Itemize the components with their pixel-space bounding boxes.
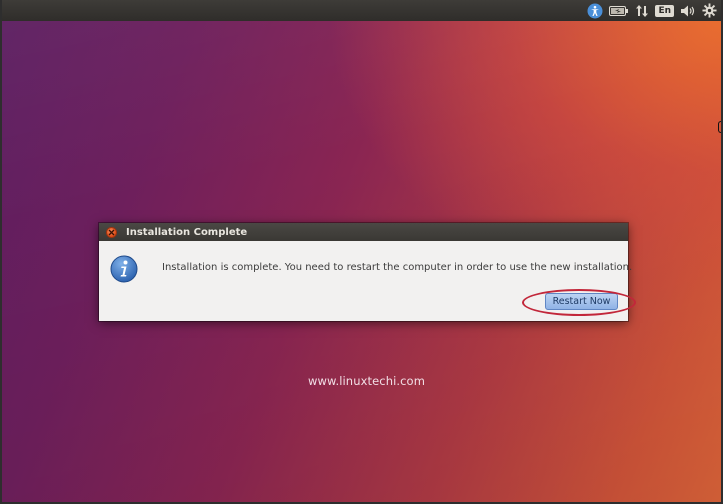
frame-border-left	[0, 0, 2, 504]
top-panel: En	[0, 0, 723, 21]
accessibility-icon[interactable]	[587, 0, 603, 21]
battery-icon[interactable]	[609, 0, 629, 21]
dialog-title: Installation Complete	[126, 226, 248, 238]
keyboard-layout[interactable]: En	[655, 0, 674, 21]
watermark-text: www.linuxtechi.com	[308, 374, 425, 388]
dialog-titlebar: Installation Complete	[99, 223, 628, 241]
close-button[interactable]	[106, 226, 117, 238]
restart-now-button[interactable]: Restart Now	[545, 293, 618, 310]
info-icon	[110, 255, 138, 283]
close-icon	[108, 229, 115, 235]
installation-complete-dialog: Installation Complete Installation is co…	[99, 223, 632, 321]
dialog-message: Installation is complete. You need to re…	[162, 262, 633, 273]
network-icon[interactable]	[635, 0, 649, 21]
settings-gear-icon[interactable]	[702, 0, 717, 21]
volume-icon[interactable]	[680, 0, 696, 21]
